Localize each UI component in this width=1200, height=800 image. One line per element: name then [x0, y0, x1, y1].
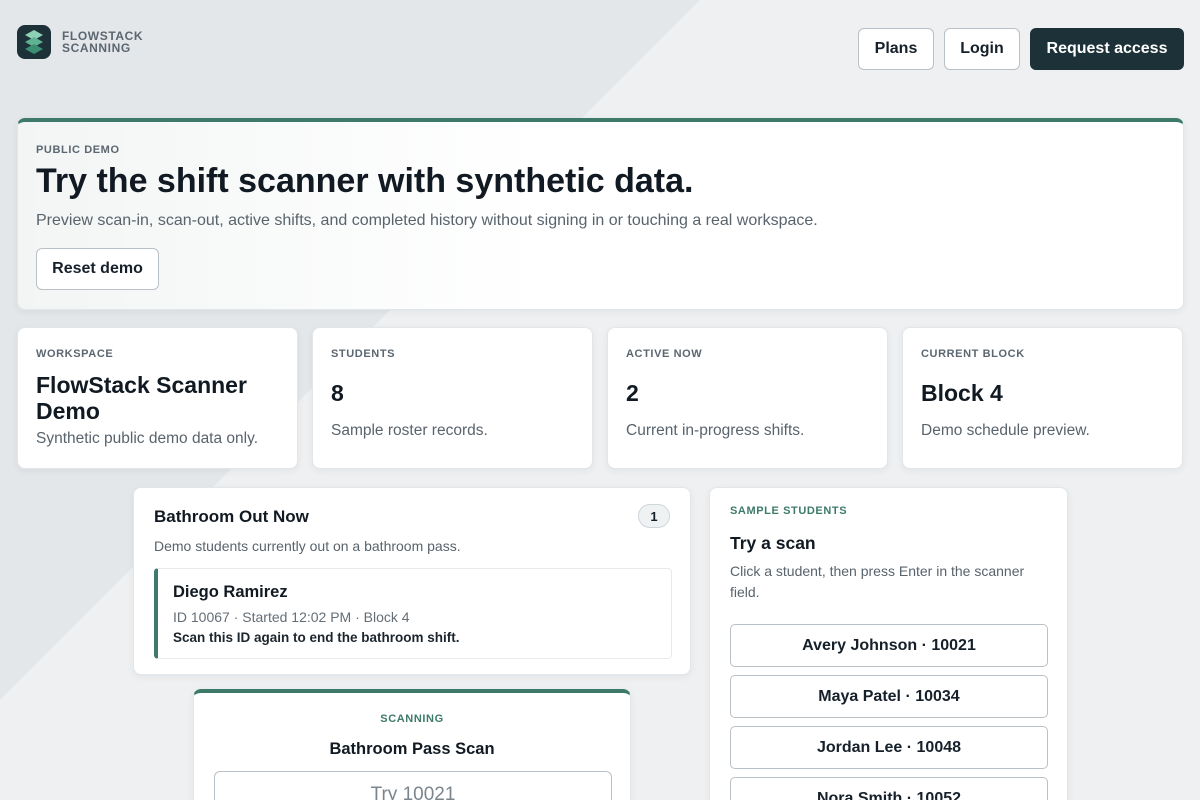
stat-value: 8: [331, 380, 344, 406]
demo-hero-card: PUBLIC DEMO Try the shift scanner with s…: [17, 118, 1184, 310]
stat-label: STUDENTS: [331, 348, 396, 360]
shift-meta: ID 10067 · Started 12:02 PM · Block 4: [173, 609, 410, 625]
stat-card-students: STUDENTS 8 Sample roster records.: [312, 327, 593, 469]
stat-value: 2: [626, 380, 639, 406]
sample-student-button[interactable]: Jordan Lee · 10048: [730, 726, 1048, 769]
stat-value: Block 4: [921, 380, 1003, 406]
samples-eyebrow: SAMPLE STUDENTS: [730, 505, 848, 517]
hero-eyebrow: PUBLIC DEMO: [36, 144, 120, 156]
bathroom-out-card: Bathroom Out Now 1 Demo students current…: [133, 487, 691, 675]
scanner-title: Bathroom Pass Scan: [329, 740, 495, 758]
stat-label: CURRENT BLOCK: [921, 348, 1025, 360]
stat-card-active-now: ACTIVE NOW 2 Current in-progress shifts.: [607, 327, 888, 469]
stat-note: Current in-progress shifts.: [626, 422, 805, 439]
samples-description: Click a student, then press Enter in the…: [730, 563, 1025, 600]
brand-name-line2: SCANNING: [62, 41, 131, 55]
plans-button[interactable]: Plans: [858, 28, 934, 70]
sample-student-button[interactable]: Maya Patel · 10034: [730, 675, 1048, 718]
scanner-input[interactable]: [214, 771, 612, 800]
bathroom-count-badge: 1: [638, 504, 670, 528]
sample-student-button[interactable]: Nora Smith · 10052: [730, 777, 1048, 800]
stat-label: WORKSPACE: [36, 348, 114, 360]
stat-label: ACTIVE NOW: [626, 348, 703, 360]
reset-demo-button[interactable]: Reset demo: [36, 248, 159, 290]
login-button[interactable]: Login: [944, 28, 1020, 70]
top-nav: Plans Login Request access: [858, 28, 1184, 70]
sample-students-card: SAMPLE STUDENTS Try a scan Click a stude…: [709, 487, 1068, 800]
shift-hint: Scan this ID again to end the bathroom s…: [173, 630, 460, 645]
stat-note: Sample roster records.: [331, 422, 488, 439]
bathroom-card-description: Demo students currently out on a bathroo…: [154, 538, 461, 554]
hero-title: Try the shift scanner with synthetic dat…: [36, 162, 694, 200]
stat-value: FlowStack Scanner Demo: [36, 372, 247, 424]
hero-description: Preview scan-in, scan-out, active shifts…: [36, 212, 818, 229]
bathroom-card-title: Bathroom Out Now: [154, 507, 309, 526]
brand-logo[interactable]: FLOWSTACK SCANNING: [17, 25, 143, 59]
scanner-eyebrow: SCANNING: [380, 713, 444, 725]
logo-icon: [17, 25, 51, 59]
samples-title: Try a scan: [730, 533, 816, 553]
stat-card-current-block: CURRENT BLOCK Block 4 Demo schedule prev…: [902, 327, 1183, 469]
request-access-button[interactable]: Request access: [1030, 28, 1184, 70]
student-name: Diego Ramirez: [173, 583, 288, 601]
stat-card-workspace: WORKSPACE FlowStack Scanner Demo Synthet…: [17, 327, 298, 469]
stat-note: Demo schedule preview.: [921, 422, 1090, 439]
sample-student-button[interactable]: Avery Johnson · 10021: [730, 624, 1048, 667]
stat-note: Synthetic public demo data only.: [36, 430, 259, 447]
brand-name: FLOWSTACK SCANNING: [62, 29, 143, 55]
scanner-card: SCANNING Bathroom Pass Scan: [193, 689, 631, 800]
active-shift-item[interactable]: Diego Ramirez ID 10067 · Started 12:02 P…: [154, 568, 672, 659]
